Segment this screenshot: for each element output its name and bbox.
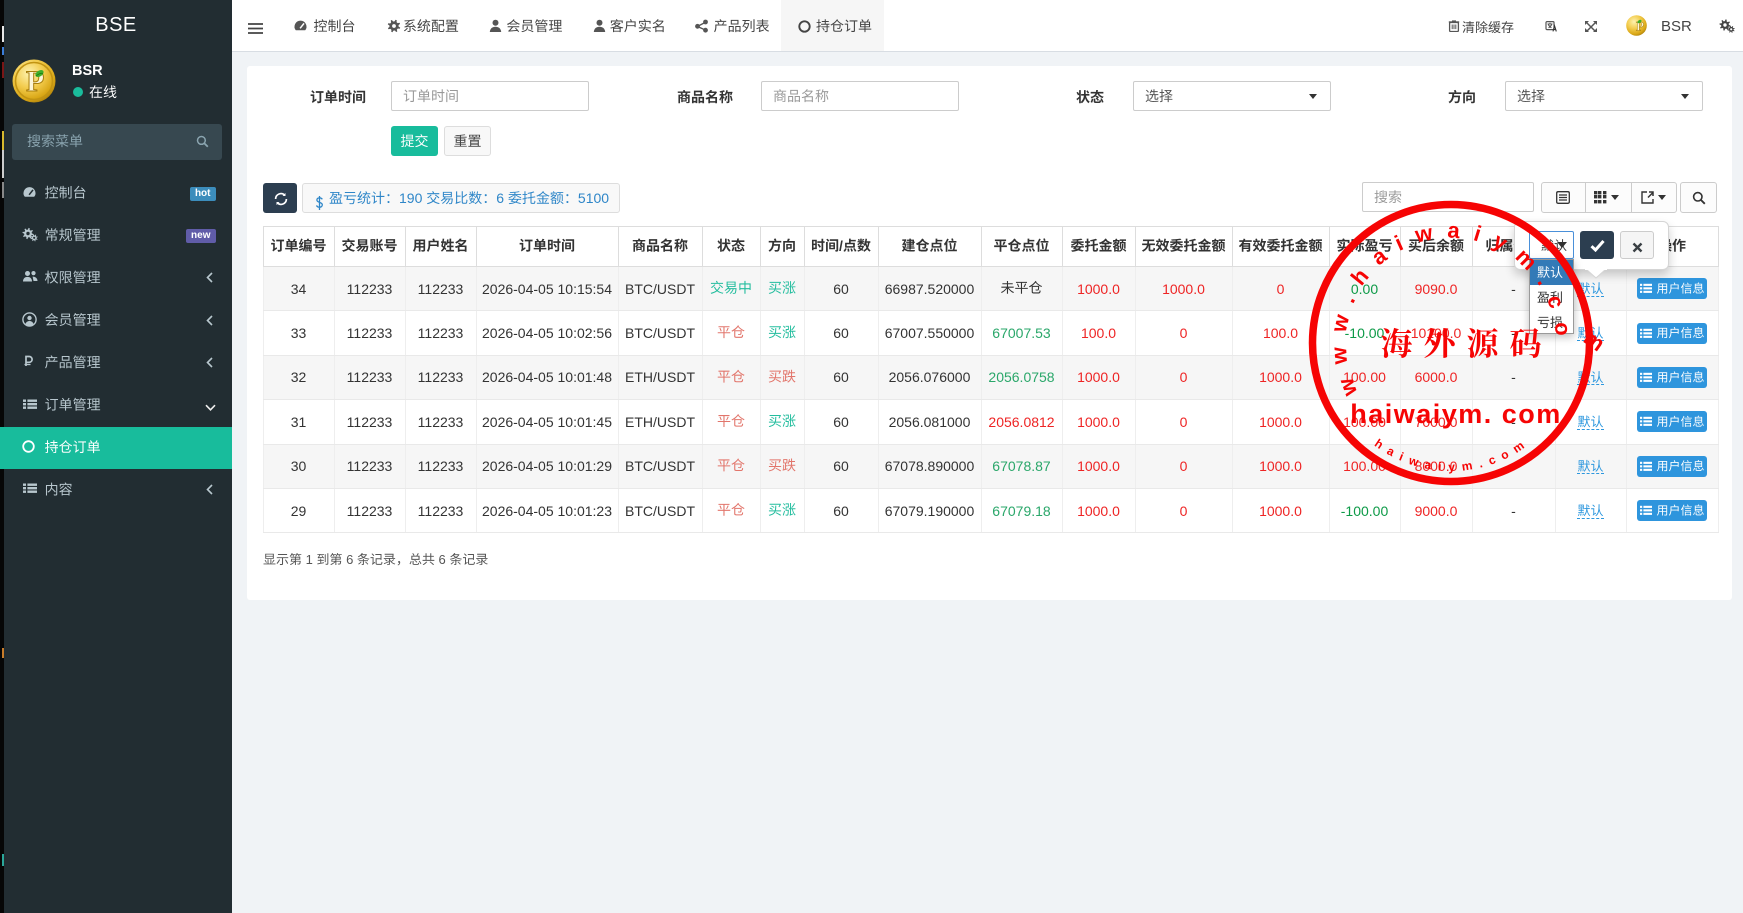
svg-text:P: P bbox=[26, 65, 44, 98]
